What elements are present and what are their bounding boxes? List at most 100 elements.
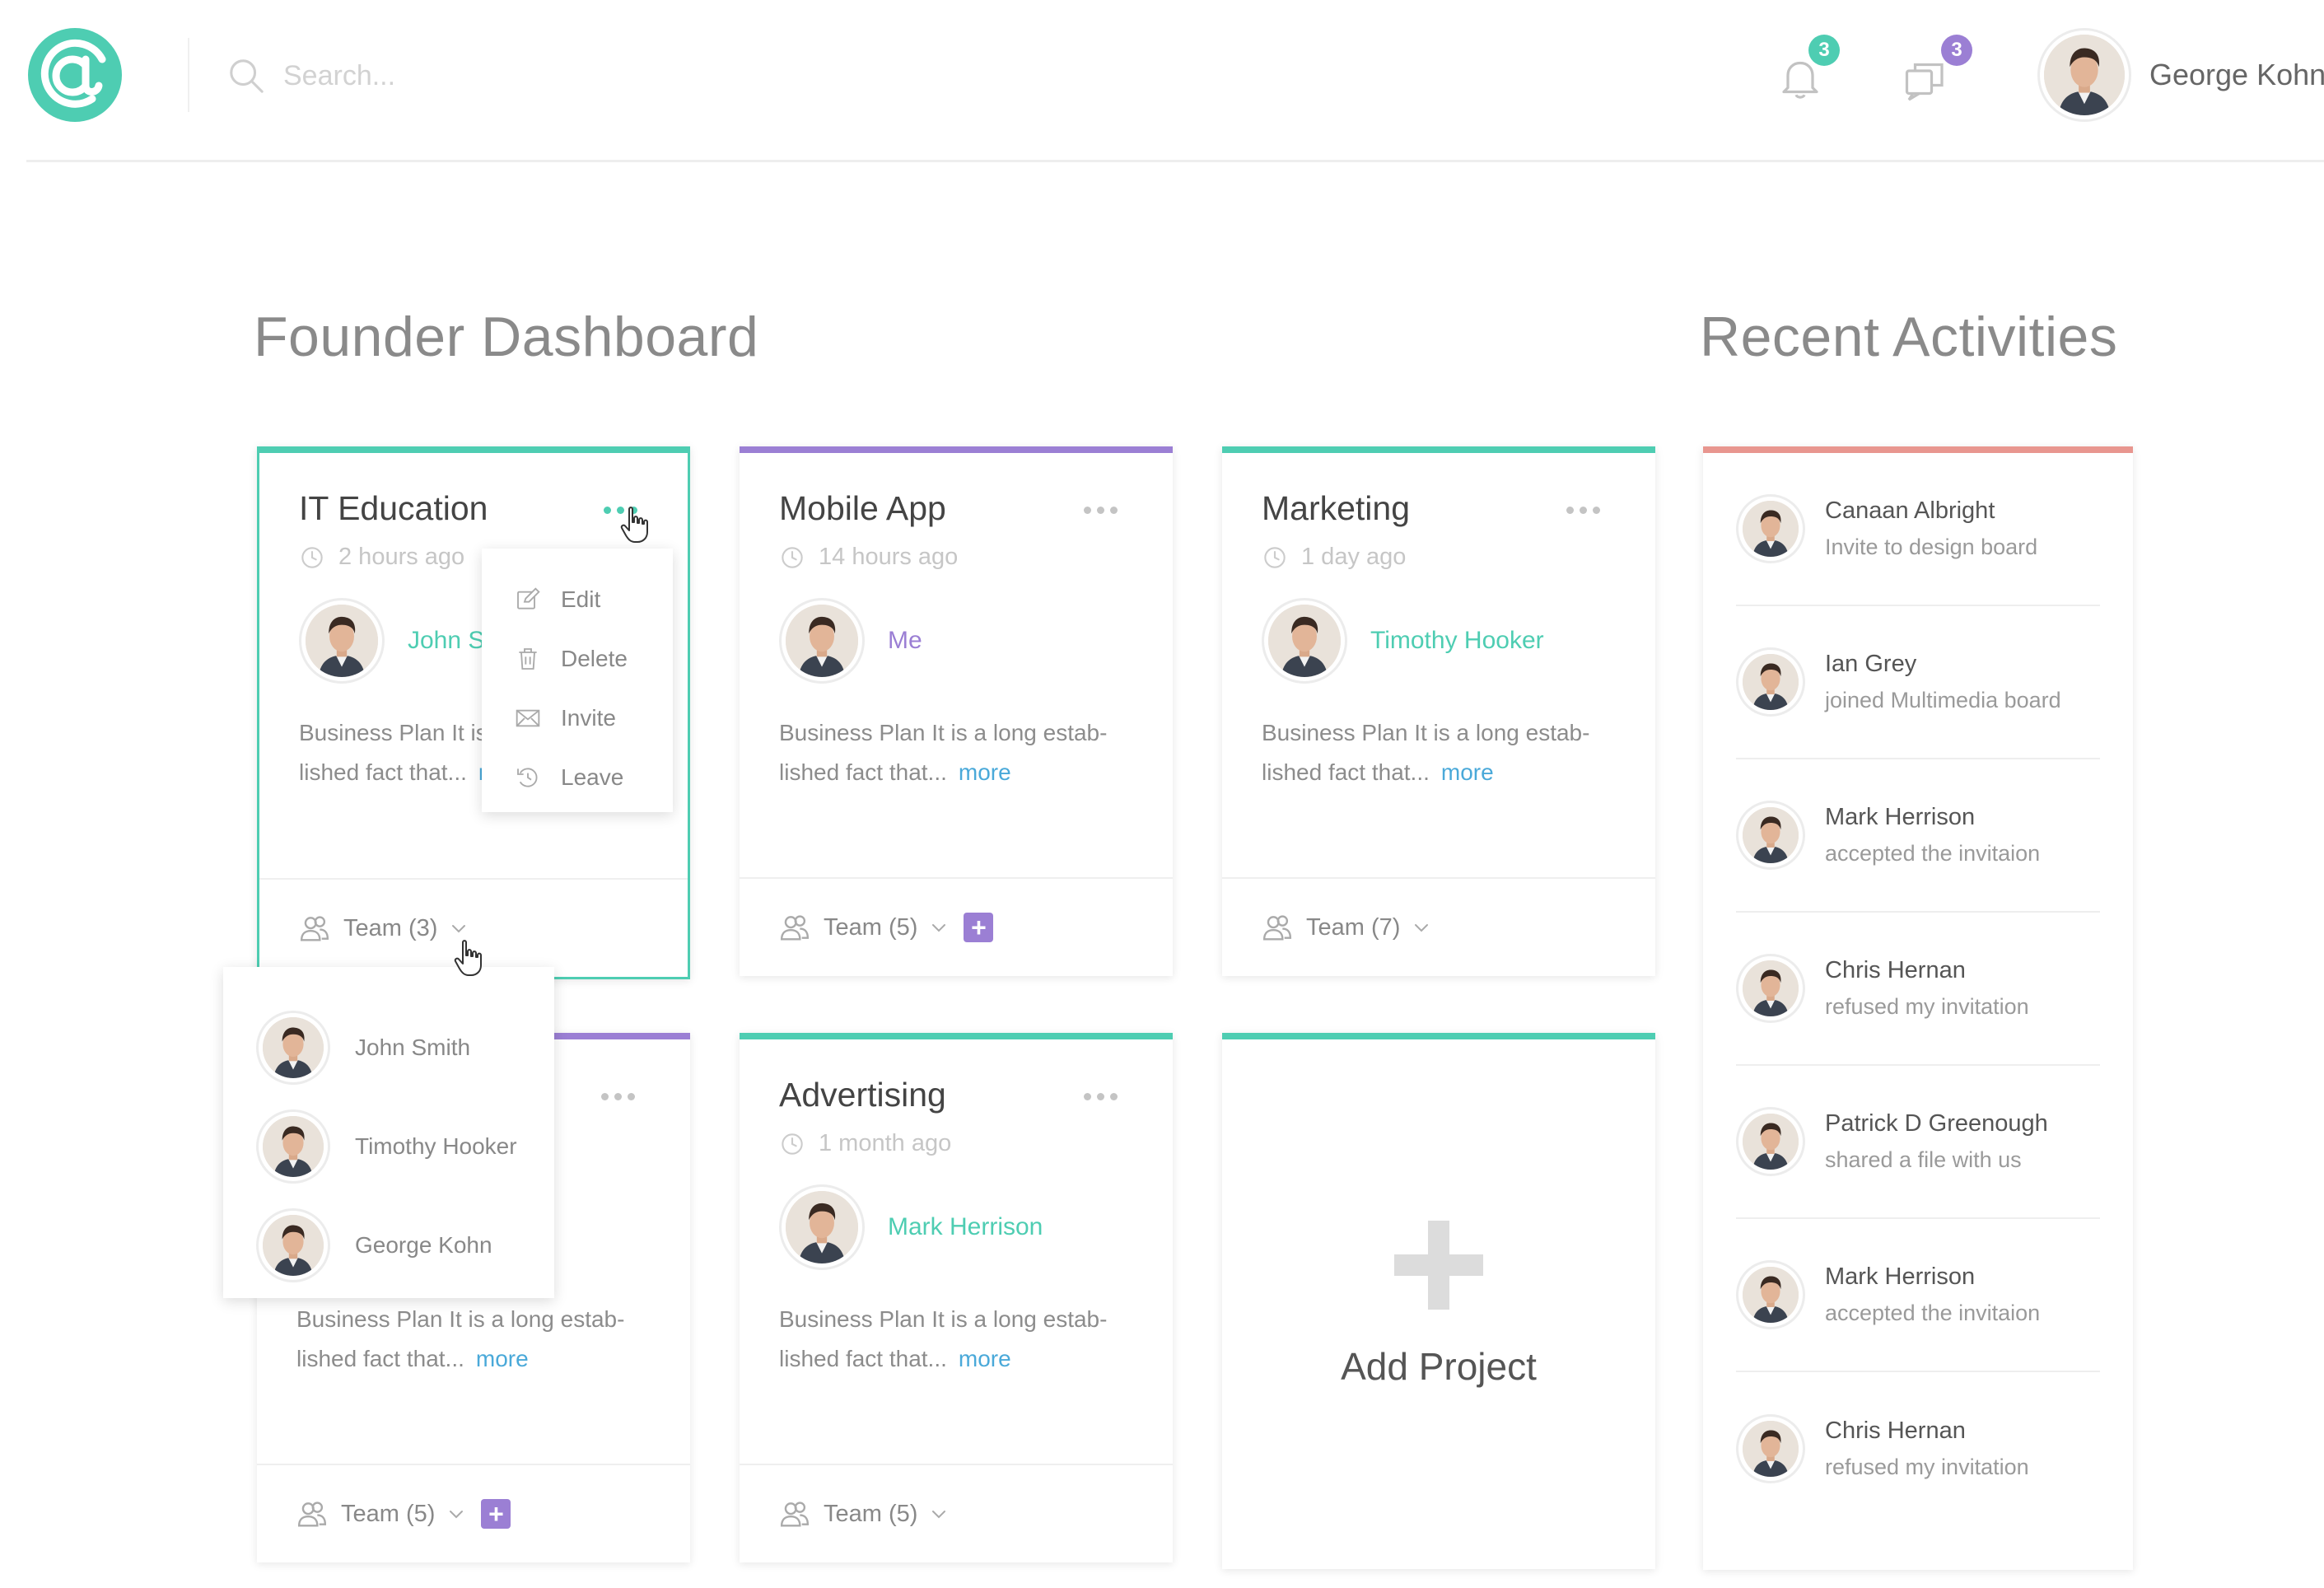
card-menu-button[interactable] bbox=[1084, 497, 1133, 522]
team-dropdown-toggle[interactable]: Team (7) bbox=[1262, 912, 1431, 943]
user-name[interactable]: George Kohn bbox=[2149, 58, 2324, 92]
activity-item[interactable]: Chris Hernan refused my invitation bbox=[1736, 913, 2100, 1066]
card-title[interactable]: IT Education bbox=[299, 489, 488, 528]
app-logo[interactable] bbox=[26, 26, 124, 124]
card-title[interactable]: Mobile App bbox=[779, 489, 946, 528]
menu-item-delete[interactable]: Delete bbox=[482, 629, 673, 689]
activity-user[interactable]: Patrick D Greenough bbox=[1825, 1110, 2048, 1137]
more-link[interactable]: more bbox=[1441, 759, 1494, 785]
owner-name[interactable]: Timothy Hooker bbox=[1370, 627, 1544, 655]
chevron-down-icon bbox=[1412, 918, 1431, 937]
chevron-down-icon bbox=[929, 1504, 949, 1524]
activity-user[interactable]: Canaan Albright bbox=[1825, 497, 2037, 525]
hand-cursor-icon bbox=[619, 506, 652, 544]
card-footer: Team (7) bbox=[1222, 879, 1655, 976]
clock-icon bbox=[781, 1133, 804, 1156]
more-link[interactable]: more bbox=[476, 1346, 529, 1371]
card-footer: Team (5) bbox=[740, 1465, 1173, 1562]
card-menu-button[interactable] bbox=[601, 1084, 651, 1109]
search-input[interactable] bbox=[283, 59, 613, 92]
team-dropdown-toggle[interactable]: Team (5) bbox=[779, 1498, 949, 1530]
avatar[interactable] bbox=[1736, 647, 1805, 717]
card-title[interactable]: Marketing bbox=[1262, 489, 1410, 528]
notifications-badge: 3 bbox=[1808, 35, 1840, 66]
search-icon bbox=[230, 59, 264, 93]
more-link[interactable]: more bbox=[959, 1346, 1011, 1371]
card-timestamp: 1 day ago bbox=[1263, 544, 1406, 571]
activity-item[interactable]: Patrick D Greenough shared a file with us bbox=[1736, 1066, 2100, 1219]
team-icon bbox=[299, 913, 330, 944]
avatar[interactable] bbox=[299, 598, 385, 684]
team-member-item[interactable]: John Smith bbox=[223, 998, 554, 1097]
avatar[interactable] bbox=[1736, 1260, 1805, 1329]
activity-user[interactable]: Chris Hernan bbox=[1825, 957, 2029, 984]
add-member-button[interactable]: + bbox=[481, 1499, 511, 1529]
chevron-down-icon bbox=[929, 918, 949, 937]
activity-item[interactable]: Ian Grey joined Multimedia board bbox=[1736, 606, 2100, 759]
card-timestamp: 1 month ago bbox=[781, 1130, 951, 1157]
user-avatar[interactable] bbox=[2037, 28, 2131, 122]
activity-user[interactable]: Ian Grey bbox=[1825, 651, 2061, 678]
header-divider bbox=[188, 38, 189, 112]
owner-name[interactable]: Me bbox=[888, 627, 922, 655]
avatar[interactable] bbox=[779, 1184, 865, 1270]
team-icon bbox=[1262, 912, 1293, 943]
project-card[interactable]: Advertising 1 month ago Mark Herrison Bu… bbox=[740, 1033, 1173, 1562]
activity-user[interactable]: Mark Herrison bbox=[1825, 804, 2040, 831]
activity-text: refused my invitation bbox=[1825, 1455, 2029, 1479]
add-project-card[interactable]: Add Project bbox=[1222, 1033, 1655, 1569]
avatar[interactable] bbox=[1736, 494, 1805, 563]
avatar bbox=[256, 1208, 330, 1282]
activity-item[interactable]: Chris Hernan refused my invitation bbox=[1736, 1372, 2100, 1525]
avatar[interactable] bbox=[1736, 1414, 1805, 1483]
menu-item-invite[interactable]: Invite bbox=[482, 689, 673, 748]
card-owner[interactable]: Mark Herrison bbox=[779, 1184, 1043, 1270]
add-member-button[interactable]: + bbox=[964, 913, 994, 942]
activity-item[interactable]: Mark Herrison accepted the invitaion bbox=[1736, 1219, 2100, 1372]
messages-icon[interactable] bbox=[1901, 54, 1950, 104]
more-link[interactable]: more bbox=[959, 759, 1011, 785]
menu-item-leave[interactable]: Leave bbox=[482, 748, 673, 807]
project-card[interactable]: Marketing 1 day ago Timothy Hooker Busin… bbox=[1222, 446, 1655, 976]
avatar bbox=[256, 1109, 330, 1184]
recent-activities-panel: Canaan Albright Invite to design board Ia… bbox=[1703, 446, 2133, 1570]
card-owner[interactable]: Timothy Hooker bbox=[1262, 598, 1544, 684]
owner-name[interactable]: Mark Herrison bbox=[888, 1213, 1043, 1241]
activities-title: Recent Activities bbox=[1700, 306, 2118, 368]
avatar[interactable] bbox=[1736, 954, 1805, 1023]
card-description: Business Plan It is a long estab- lished… bbox=[1262, 720, 1590, 785]
activity-text: accepted the invitaion bbox=[1825, 841, 2041, 866]
menu-item-edit[interactable]: Edit bbox=[482, 570, 673, 629]
card-owner[interactable]: Me bbox=[779, 598, 922, 684]
team-member-item[interactable]: George Kohn bbox=[223, 1196, 554, 1295]
chevron-down-icon bbox=[449, 918, 469, 938]
card-title[interactable]: Advertising bbox=[779, 1076, 946, 1114]
trash-icon bbox=[519, 648, 537, 670]
activity-text: joined Multimedia board bbox=[1825, 688, 2061, 712]
messages-badge: 3 bbox=[1941, 35, 1972, 66]
team-dropdown-toggle[interactable]: Team (5) bbox=[296, 1498, 466, 1530]
user-menu[interactable]: George Kohn bbox=[2037, 28, 2324, 122]
activity-user[interactable]: Mark Herrison bbox=[1825, 1263, 2040, 1291]
team-icon bbox=[296, 1498, 328, 1530]
activity-text: accepted the invitaion bbox=[1825, 1301, 2041, 1325]
page-title: Founder Dashboard bbox=[254, 306, 759, 368]
project-card[interactable]: Mobile App 14 hours ago Me Business Plan… bbox=[740, 446, 1173, 976]
search-box[interactable] bbox=[227, 53, 639, 99]
avatar[interactable] bbox=[1262, 598, 1347, 684]
activity-user[interactable]: Chris Hernan bbox=[1825, 1418, 2029, 1445]
team-dropdown-toggle[interactable]: Team (3) bbox=[299, 913, 469, 944]
team-member-item[interactable]: Timothy Hooker bbox=[223, 1097, 554, 1196]
activity-item[interactable]: Canaan Albright Invite to design board bbox=[1736, 453, 2100, 606]
team-dropdown-toggle[interactable]: Team (5) bbox=[779, 912, 949, 943]
team-dropdown-menu: John Smith Timothy Hooker George Kohn bbox=[223, 967, 554, 1298]
card-menu-button[interactable] bbox=[1566, 497, 1616, 522]
card-timestamp: 2 hours ago bbox=[301, 544, 464, 571]
plus-icon bbox=[1394, 1221, 1483, 1310]
chevron-down-icon bbox=[446, 1504, 466, 1524]
avatar[interactable] bbox=[779, 598, 865, 684]
avatar[interactable] bbox=[1736, 1107, 1805, 1176]
card-menu-button[interactable] bbox=[1084, 1084, 1133, 1109]
avatar[interactable] bbox=[1736, 801, 1805, 870]
activity-item[interactable]: Mark Herrison accepted the invitaion bbox=[1736, 759, 2100, 913]
